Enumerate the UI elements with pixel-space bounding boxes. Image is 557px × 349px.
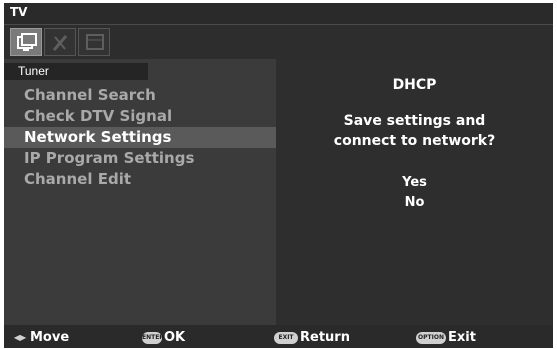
dialog-message-line2: connect to network?	[333, 133, 496, 149]
yes-option[interactable]: Yes	[276, 173, 553, 193]
dialog-title: DHCP	[392, 77, 437, 93]
window-title: TV	[10, 5, 28, 19]
help-ok: ENTEROK	[142, 329, 185, 347]
dialog-message: Save settings and connect to network?	[276, 111, 553, 151]
option-key-icon: OPTION	[416, 331, 446, 344]
help-move-label: Move	[30, 330, 70, 345]
tools-icon	[52, 35, 68, 51]
tuner-menu-list: Channel Search Check DTV Signal Network …	[4, 85, 276, 190]
help-bar: ◀▶ Move ENTEROK EXIT Return OPTION Exit	[4, 325, 553, 348]
tv-menu-screen: TV Tuner Channel Search Check DTV Signal…	[4, 3, 553, 348]
menu-tab-row	[4, 25, 553, 59]
tab-media[interactable]	[78, 28, 110, 56]
exit-key-icon: EXIT	[274, 331, 298, 344]
panel-heading: Tuner	[4, 63, 148, 80]
tv-settings-icon	[17, 33, 37, 51]
menu-item-network-settings[interactable]: Network Settings	[4, 127, 276, 148]
tab-tools[interactable]	[44, 28, 76, 56]
dialog-message-line1: Save settings and	[343, 113, 486, 129]
menu-item-channel-search[interactable]: Channel Search	[4, 85, 276, 106]
help-return: EXIT Return	[274, 329, 350, 347]
dialog-options: Yes No	[276, 173, 553, 213]
menu-item-channel-edit[interactable]: Channel Edit	[4, 169, 276, 190]
menu-item-check-dtv-signal[interactable]: Check DTV Signal	[4, 106, 276, 127]
move-key-icon: ◀▶	[12, 331, 28, 344]
tuner-menu-panel: Tuner Channel Search Check DTV Signal Ne…	[4, 59, 276, 325]
help-return-label: Return	[300, 330, 350, 345]
help-exit: OPTION Exit	[416, 329, 476, 347]
help-ok-label: OK	[164, 330, 186, 345]
help-exit-label: Exit	[448, 330, 476, 345]
title-bar: TV	[4, 3, 553, 25]
media-icon	[86, 34, 104, 50]
no-option[interactable]: No	[276, 193, 553, 213]
help-move: ◀▶ Move	[12, 329, 69, 347]
dhcp-dialog: DHCP Save settings and connect to networ…	[276, 59, 553, 325]
tab-tv-settings[interactable]	[10, 28, 42, 56]
panel-heading-label: Tuner	[18, 64, 49, 78]
enter-key-icon: ENTER	[142, 331, 164, 344]
menu-item-ip-program-settings[interactable]: IP Program Settings	[4, 148, 276, 169]
